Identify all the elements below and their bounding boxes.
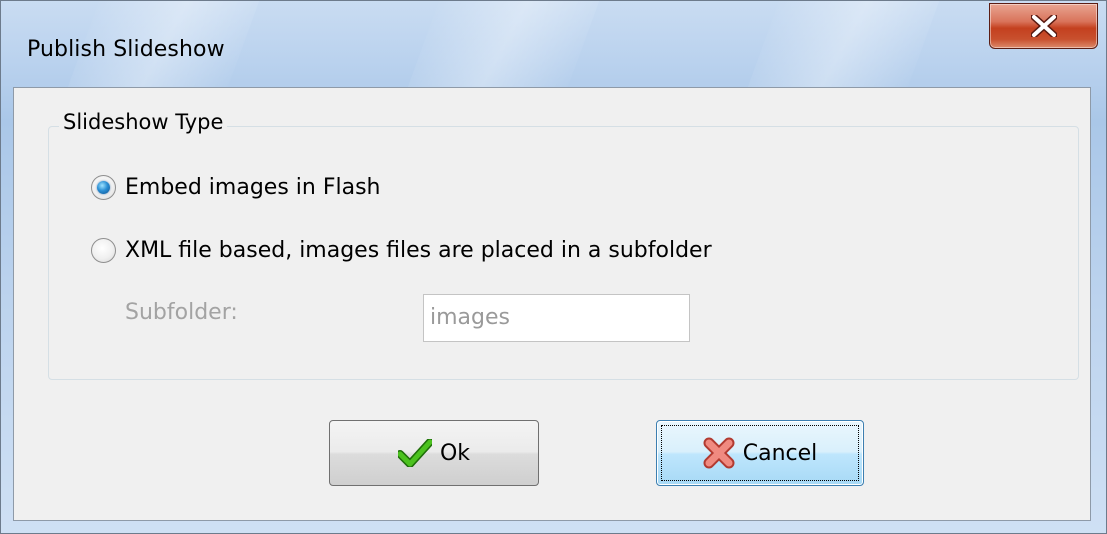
dialog-window: Publish Slideshow Slideshow Type Embed i… <box>0 0 1107 534</box>
subfolder-input[interactable]: images <box>423 294 690 342</box>
radio-label-xml-subfolder: XML file based, images files are placed … <box>125 238 712 263</box>
checkmark-icon <box>397 439 432 467</box>
cancel-button[interactable]: Cancel <box>656 420 864 486</box>
window-title: Publish Slideshow <box>27 37 225 62</box>
group-title: Slideshow Type <box>59 110 228 134</box>
ok-button[interactable]: Ok <box>329 420 539 486</box>
cancel-button-label: Cancel <box>742 440 818 466</box>
radio-button-checked[interactable] <box>91 175 116 200</box>
close-button[interactable] <box>989 3 1098 49</box>
radio-embed-flash[interactable]: Embed images in Flash <box>91 175 380 200</box>
radio-label-embed-flash: Embed images in Flash <box>125 175 381 200</box>
radio-xml-subfolder[interactable]: XML file based, images files are placed … <box>91 238 712 263</box>
dialog-client-area: Slideshow Type Embed images in Flash XML… <box>13 87 1091 521</box>
ok-button-label: Ok <box>439 440 471 466</box>
radio-button-unchecked[interactable] <box>91 238 116 263</box>
title-bar[interactable]: Publish Slideshow <box>1 1 1106 87</box>
slideshow-type-group: Slideshow Type Embed images in Flash XML… <box>48 110 1079 380</box>
cross-icon <box>703 437 735 469</box>
close-icon <box>1030 15 1057 37</box>
subfolder-label: Subfolder: <box>125 300 238 325</box>
